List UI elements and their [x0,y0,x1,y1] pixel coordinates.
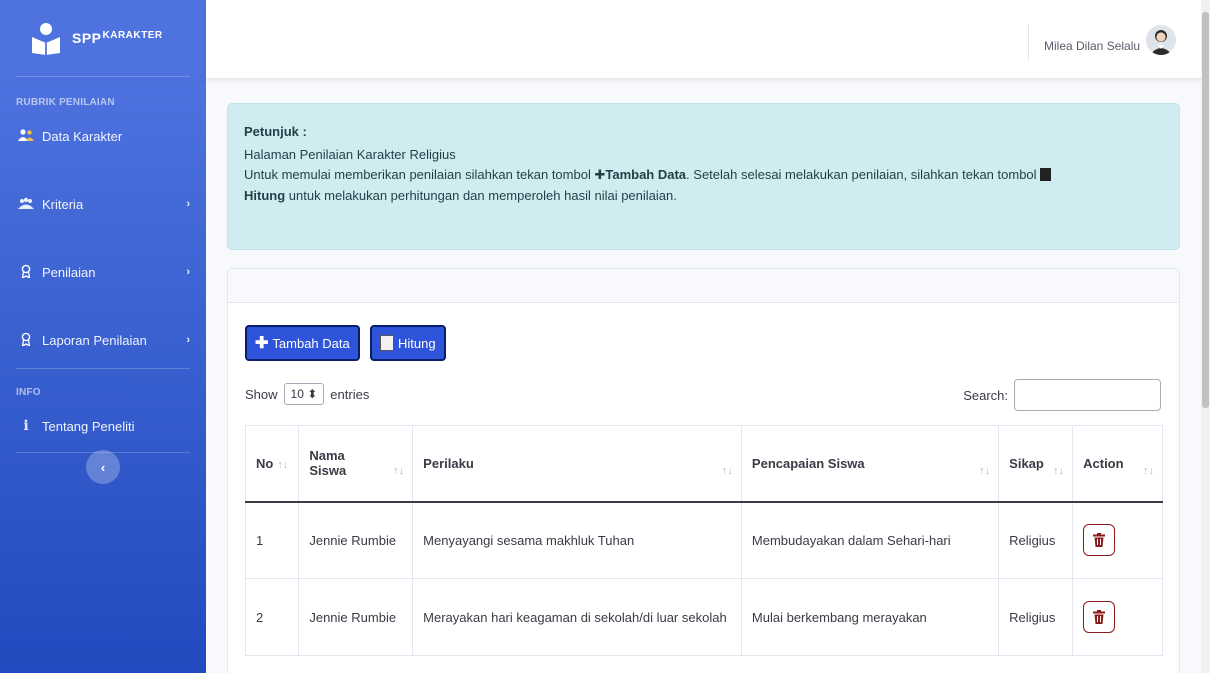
cell-sikap: Religius [998,501,1074,579]
instruction-alert: Petunjuk : Halaman Penilaian Karakter Re… [227,103,1180,250]
sidebar-item-label: Tentang Peneliti [42,418,135,434]
chevron-right-icon: › [186,334,190,346]
column-header-sikap[interactable]: Sikap ↑↓ [998,425,1074,503]
table-row: 1 Jennie Rumbie Menyayangi sesama makhlu… [244,501,1163,579]
sidebar-toggle-button[interactable]: ‹ [86,450,120,484]
brand[interactable]: SPPKARAKTER [0,0,206,76]
cell-pencapaian: Membudayakan dalam Sehari-hari [740,501,1000,579]
sidebar-item-label: Kriteria [42,196,84,212]
cell-sikap: Religius [998,578,1074,656]
sidebar-item-label: Penilaian [42,264,96,280]
tambah-data-button[interactable]: ✚ Tambah Data [245,325,360,361]
scrollbar-thumb[interactable] [1202,12,1209,408]
column-header-perilaku[interactable]: Perilaku ↑↓ [412,425,742,503]
entries-length: Show 10 ⬍ entries [245,383,369,405]
alert-line2: Untuk memulai memberikan penilaian silah… [244,165,1163,186]
sort-icon: ↑↓ [979,464,991,477]
card-header [228,269,1179,303]
column-header-nama-siswa[interactable]: Nama Siswa ↑↓ [298,425,414,503]
users-cog-icon [16,197,36,212]
sidebar-item-tentang-peneliti[interactable]: i Tentang Peneliti [0,410,206,442]
plus-icon: ✚ [594,167,606,183]
chevron-updown-icon: ⬍ [307,387,318,401]
cell-action [1072,578,1163,656]
sidebar-item-label: Laporan Penilaian [42,332,147,348]
table-search: Search: [963,379,1161,411]
page-scrollbar[interactable] [1201,0,1210,673]
cell-perilaku: Menyayangi sesama makhluk Tuhan [412,501,742,579]
cell-action [1072,501,1163,579]
cell-no: 1 [244,501,300,579]
alert-title: Petunjuk : [244,124,307,139]
sort-icon: ↑↓ [721,464,733,477]
alert-line3: Hitung untuk melakukan perhitungan dan m… [244,187,677,203]
avatar[interactable] [1146,25,1176,55]
chevron-right-icon: › [186,198,190,210]
cell-pencapaian: Mulai berkembang merayakan [740,578,1000,656]
sort-icon: ↑↓ [1143,464,1154,477]
table-header-row: No ↑↓ Nama Siswa ↑↓ Perilaku ↑↓ Pencapaian … [244,425,1163,503]
users-icon [16,128,36,144]
column-header-pencapaian-siswa[interactable]: Pencapaian Siswa ↑↓ [740,425,1000,503]
sidebar-item-data-karakter[interactable]: Data Karakter [0,120,206,152]
alert-line1: Halaman Penilaian Karakter Religius [244,146,456,162]
file-code-icon [1040,168,1052,182]
info-icon: i [23,418,29,434]
data-card: ✚ Tambah Data Hitung Show 10 ⬍ entries S… [227,268,1180,673]
search-input[interactable] [1014,379,1161,411]
sidebar-item-laporan-penilaian[interactable]: Laporan Penilaian › [0,324,206,356]
cell-perilaku: Merayakan hari keagaman di sekolah/di lu… [412,578,742,656]
column-header-no[interactable]: No ↑↓ [244,425,300,503]
cell-nama: Jennie Rumbie [298,501,414,579]
sort-icon: ↑↓ [1053,464,1065,477]
reading-logo-icon [32,23,60,55]
sidebar: SPPKARAKTER RUBRIK PENILAIAN Data Karakt… [0,0,206,673]
cell-nama: Jennie Rumbie [298,578,414,656]
sidebar-item-label: Data Karakter [42,128,123,144]
award-icon [16,264,36,281]
sort-icon: ↑↓ [277,458,289,471]
trash-icon [1093,533,1106,548]
trash-icon [1093,610,1106,624]
table-row: 2 Jennie Rumbie Merayakan hari keagaman … [244,578,1163,656]
chevron-right-icon: › [186,266,190,278]
penilaian-table: No ↑↓ Nama Siswa ↑↓ Perilaku ↑↓ Pencapaian … [244,425,1163,656]
entries-select[interactable]: 10 ⬍ [283,383,325,405]
sidebar-heading-rubrik: RUBRIK PENILAIAN [16,97,115,108]
topbar: Milea Dilan Selalu [206,0,1210,78]
topbar-divider [1028,24,1029,60]
sidebar-item-penilaian[interactable]: Penilaian › [0,256,206,288]
user-name[interactable]: Milea Dilan Selalu [1044,39,1140,53]
delete-button[interactable] [1083,601,1116,633]
cell-no: 2 [244,578,300,656]
sort-icon: ↑↓ [393,464,405,477]
sidebar-heading-info: INFO [16,387,41,398]
column-header-action[interactable]: Action ↑↓ [1072,425,1163,503]
plus-icon: ✚ [255,335,269,352]
sidebar-item-kriteria[interactable]: Kriteria › [0,188,206,220]
hitung-button[interactable]: Hitung [370,325,446,361]
award-icon [16,332,36,349]
delete-button[interactable] [1083,524,1116,557]
chevron-left-icon: ‹ [100,459,106,475]
brand-text: SPPKARAKTER [72,30,163,46]
file-code-icon [380,335,394,351]
